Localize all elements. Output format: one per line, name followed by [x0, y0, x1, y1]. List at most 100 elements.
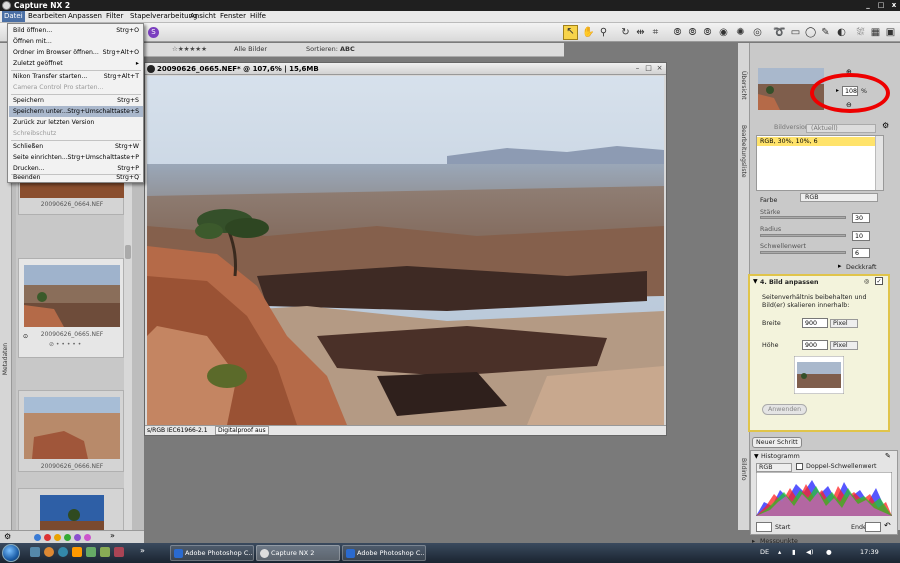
- tray-network-icon[interactable]: ▮: [792, 548, 796, 556]
- softproof-select[interactable]: Digitalproof aus: [215, 426, 269, 435]
- menu-item-open-folder-in-browser[interactable]: Ordner im Browser öffnen... Strg+Alt+O: [9, 47, 143, 58]
- label-filter-select[interactable]: Alle Bilder: [234, 45, 267, 53]
- ie-quicklaunch-icon[interactable]: [58, 547, 68, 557]
- menu-fenster[interactable]: Fenster: [220, 12, 246, 20]
- quicklaunch-more-icon[interactable]: »: [140, 546, 145, 555]
- zoom-tool-icon[interactable]: ⚲: [598, 27, 609, 38]
- apply-button[interactable]: Anwenden: [762, 404, 808, 415]
- histogram-channel-select[interactable]: RGB: [756, 463, 792, 472]
- menu-item-open-image[interactable]: Bild öffnen... Strg+O: [9, 25, 143, 36]
- taskbar-photoshop-2[interactable]: Adobe Photoshop C...: [342, 545, 426, 561]
- menu-ansicht[interactable]: Ansicht: [190, 12, 216, 20]
- white-control-point-icon[interactable]: ⦾: [687, 27, 698, 38]
- double-threshold-checkbox[interactable]: [796, 463, 803, 470]
- overview-tab[interactable]: Übersicht: [740, 71, 747, 100]
- red-eye-icon[interactable]: ◉: [718, 27, 729, 38]
- strength-input[interactable]: 30: [852, 213, 870, 223]
- list-scrollbar[interactable]: [875, 136, 883, 190]
- fullscreen-icon[interactable]: ▣: [885, 27, 896, 38]
- filter-icon[interactable]: S: [148, 27, 159, 38]
- document-title-bar[interactable]: 20090626_0665.NEF* @ 107,6% | 15,6MB – □…: [145, 63, 666, 75]
- collapse-arrow-icon[interactable]: ▼: [753, 278, 758, 285]
- grid-icon[interactable]: ▦: [870, 27, 881, 38]
- menu-item-close[interactable]: Schließen Strg+W: [9, 141, 143, 152]
- hand-tool-icon[interactable]: ✋: [582, 27, 594, 38]
- width-input[interactable]: 900: [802, 318, 828, 328]
- rotate-icon[interactable]: ↻: [620, 27, 631, 38]
- expand-icon[interactable]: »: [110, 531, 115, 540]
- gradient-icon[interactable]: ◐: [836, 27, 847, 38]
- label-blue-icon[interactable]: [34, 534, 41, 541]
- collapse-arrow-icon[interactable]: ▼: [754, 453, 759, 460]
- edit-list-settings-icon[interactable]: ⚙: [882, 121, 889, 130]
- start-button[interactable]: [2, 544, 20, 562]
- taskbar-capture-nx[interactable]: Capture NX 2: [256, 545, 340, 561]
- explorer-quicklaunch-icon[interactable]: [72, 547, 82, 557]
- rating-filter[interactable]: ☆★★★★★: [172, 45, 207, 53]
- taskbar-photoshop-1[interactable]: Adobe Photoshop C...: [170, 545, 254, 561]
- step-enable-checkbox[interactable]: ✓: [875, 277, 883, 285]
- metadata-tab[interactable]: Metadaten: [2, 343, 9, 375]
- close-button[interactable]: x: [888, 1, 900, 10]
- strength-slider[interactable]: [760, 216, 846, 219]
- eyedropper-icon[interactable]: ✎: [885, 452, 891, 460]
- opacity-arrow-icon[interactable]: ▸: [838, 262, 842, 270]
- version-select[interactable]: (Aktuell): [806, 124, 876, 133]
- app-quicklaunch-icon[interactable]: [100, 547, 110, 557]
- label-pink-icon[interactable]: [84, 534, 91, 541]
- rating-dots[interactable]: ⊘ • • • • •: [49, 341, 81, 348]
- menu-anpassen[interactable]: Anpassen: [68, 12, 102, 20]
- channel-select[interactable]: RGB: [800, 193, 878, 202]
- menu-item-page-setup[interactable]: Seite einrichten... Strg+Umschalttaste+P: [9, 152, 143, 163]
- doc-maximize-button[interactable]: □: [644, 64, 653, 73]
- browser-scrollbar[interactable]: [124, 140, 132, 530]
- menu-stapelverarbeitung[interactable]: Stapelverarbeitung: [130, 12, 197, 20]
- thumbnail-card-selected[interactable]: 20090626_0665.NEF ⊙ ⊘ • • • • •: [18, 258, 124, 358]
- menu-item-revert[interactable]: Zurück zur letzten Version: [9, 117, 143, 128]
- lasso-icon[interactable]: ➰: [773, 27, 785, 38]
- label-purple-icon[interactable]: [74, 534, 81, 541]
- label-red-icon[interactable]: [44, 534, 51, 541]
- menu-item-exit[interactable]: Beenden Strg+Q: [9, 172, 143, 183]
- tray-volume-icon[interactable]: ◀): [806, 548, 814, 556]
- settings-icon[interactable]: ⚙: [4, 532, 11, 541]
- scroll-thumb[interactable]: [125, 245, 131, 259]
- threshold-input[interactable]: 6: [852, 248, 870, 258]
- radius-input[interactable]: 10: [852, 231, 870, 241]
- tray-arrow-icon[interactable]: ▴: [778, 548, 781, 556]
- histogram-end-input[interactable]: [865, 522, 881, 532]
- menu-item-recent[interactable]: Zuletzt geöffnet ▸: [9, 58, 143, 69]
- minimize-button[interactable]: _: [862, 1, 874, 10]
- neutral-control-point-icon[interactable]: ⦾: [702, 27, 713, 38]
- crop-icon[interactable]: ⌗: [650, 27, 661, 38]
- tray-app-icon[interactable]: ●: [826, 548, 832, 556]
- black-control-point-icon[interactable]: ⦾: [672, 27, 683, 38]
- app-quicklaunch-icon[interactable]: [114, 547, 124, 557]
- menu-item-camera-control[interactable]: Camera Control Pro starten...: [9, 82, 143, 93]
- menu-datei[interactable]: Datei: [2, 11, 25, 22]
- firefox-quicklaunch-icon[interactable]: [44, 547, 54, 557]
- image-canvas[interactable]: [147, 76, 664, 425]
- height-input[interactable]: 900: [802, 340, 828, 350]
- new-step-button[interactable]: Neuer Schritt: [752, 437, 802, 448]
- direct-select-tool-icon[interactable]: ↖: [563, 25, 578, 40]
- menu-item-nikon-transfer[interactable]: Nikon Transfer starten... Strg+Alt+T: [9, 71, 143, 82]
- language-indicator[interactable]: DE: [760, 548, 769, 556]
- thumbnail-card[interactable]: [18, 488, 124, 535]
- image-info-tab[interactable]: Bildinfo: [740, 458, 747, 481]
- doc-minimize-button[interactable]: –: [633, 64, 642, 73]
- step-options-icon[interactable]: ◎: [864, 278, 869, 285]
- reset-icon[interactable]: ↶: [884, 521, 891, 530]
- show-desktop-icon[interactable]: [30, 547, 40, 557]
- width-unit-select[interactable]: Pixel: [830, 319, 858, 328]
- menu-hilfe[interactable]: Hilfe: [250, 12, 266, 20]
- straighten-icon[interactable]: ⇹: [635, 27, 646, 38]
- auto-retouch-icon[interactable]: ✺: [735, 27, 746, 38]
- thumbnail-card[interactable]: 20090626_0666.NEF: [18, 390, 124, 472]
- menu-bearbeiten[interactable]: Bearbeiten: [28, 12, 66, 20]
- clock[interactable]: 17:39: [860, 548, 879, 556]
- menu-item-save-as[interactable]: Speichern unter... Strg+Umschalttaste+S: [9, 106, 143, 117]
- brush-icon[interactable]: ✎: [820, 27, 831, 38]
- label-green-icon[interactable]: [64, 534, 71, 541]
- marquee-icon[interactable]: ▭: [790, 27, 801, 38]
